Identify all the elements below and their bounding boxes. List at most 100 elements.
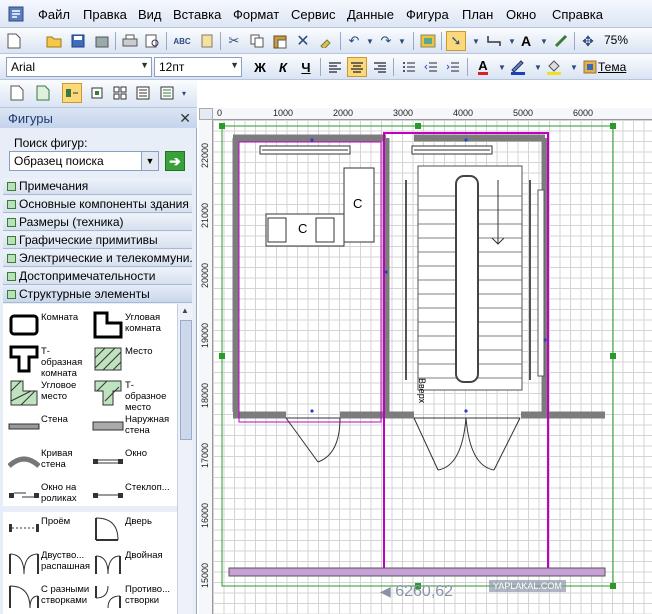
close-icon[interactable]: ✕ xyxy=(179,110,191,127)
menu-edit[interactable]: Правка xyxy=(83,7,127,22)
stencil-notes[interactable]: Примечания xyxy=(3,178,192,195)
bullets-icon[interactable] xyxy=(399,57,419,77)
scrollbar-thumb[interactable] xyxy=(180,320,192,440)
drawing-canvas[interactable]: C C Вверх YAPLAKAL.COM xyxy=(213,120,652,614)
list-view-icon[interactable] xyxy=(157,83,177,103)
connector-tool-icon[interactable] xyxy=(484,31,504,51)
italic-button[interactable]: К xyxy=(273,57,293,77)
menu-format[interactable]: Формат xyxy=(233,7,279,22)
ruler-corner[interactable] xyxy=(199,108,213,120)
spelling-icon[interactable]: ABC xyxy=(172,31,192,51)
shapes-scrollbar[interactable]: ▲ xyxy=(177,304,193,614)
copy-icon[interactable] xyxy=(247,31,267,51)
font-combo[interactable]: Arial ▼ xyxy=(6,57,152,77)
shape-glass[interactable]: Стеклоп... xyxy=(89,478,175,512)
shape-door[interactable]: Дверь xyxy=(89,512,175,546)
shape-t-room[interactable]: Т-образная комната xyxy=(5,342,91,379)
drawing-tools-icon[interactable] xyxy=(551,31,571,51)
chevron-down-icon[interactable]: ▼ xyxy=(230,60,239,70)
chevron-down-icon[interactable]: ▼ xyxy=(140,60,149,70)
shape-exterior-wall[interactable]: Наружная стена xyxy=(89,410,175,444)
cut-icon[interactable]: ✂ xyxy=(224,31,244,51)
format-painter-icon[interactable] xyxy=(316,31,336,51)
shape-double-hung[interactable]: Двуство... распашная xyxy=(5,546,91,580)
print-preview-icon[interactable] xyxy=(143,31,163,51)
bold-button[interactable]: Ж xyxy=(250,57,270,77)
shape-opposing-door[interactable]: Противо... створки xyxy=(89,580,175,614)
open-icon[interactable] xyxy=(44,31,64,51)
font-size-combo[interactable]: 12пт ▼ xyxy=(154,57,242,77)
shape-wall[interactable]: Стена xyxy=(5,410,91,444)
details-icon[interactable] xyxy=(133,83,153,103)
underline-button[interactable]: Ч xyxy=(296,57,316,77)
menu-shape[interactable]: Фигура xyxy=(406,7,449,22)
coordinates-readout: ◀ 6260,62 xyxy=(380,583,453,601)
research-icon[interactable] xyxy=(197,31,217,51)
pan-zoom-icon[interactable]: ✥ xyxy=(578,31,598,51)
search-input[interactable]: Образец поиска xyxy=(9,151,159,171)
menu-help[interactable]: Справка xyxy=(552,7,603,22)
menu-tools[interactable]: Сервис xyxy=(291,7,336,22)
menu-window[interactable]: Окно xyxy=(506,7,536,22)
shape-t-space[interactable]: Т-образное место xyxy=(89,376,175,413)
pointer-tool-icon[interactable]: ➘ xyxy=(446,31,466,51)
permission-icon[interactable] xyxy=(92,31,112,51)
print-icon[interactable] xyxy=(120,31,140,51)
icons-only-icon[interactable] xyxy=(87,83,107,103)
fill-color-icon[interactable] xyxy=(544,57,564,77)
zoom-combo[interactable]: 75% xyxy=(600,31,652,51)
stencil-electrical[interactable]: Электрические и телекоммуни... xyxy=(3,250,192,267)
stair-rail-side xyxy=(537,189,545,377)
horizontal-ruler[interactable]: 0 1000 2000 3000 4000 5000 6000 xyxy=(213,108,652,120)
stencil-drawing-tools[interactable]: Графические примитивы xyxy=(3,232,192,249)
shape-corner-room[interactable]: Угловая комната xyxy=(89,308,175,342)
shape-sliding-window[interactable]: Окно на роликах xyxy=(5,478,91,512)
menu-file[interactable]: Файл xyxy=(38,7,70,22)
toolbar-options-icon[interactable]: ▾ xyxy=(178,83,190,103)
curved-wall-icon xyxy=(8,456,40,468)
align-center-icon[interactable] xyxy=(347,57,367,77)
shape-room[interactable]: Комната xyxy=(5,308,91,342)
search-go-button[interactable]: ➔ xyxy=(165,151,185,171)
theme-icon[interactable] xyxy=(580,57,600,77)
new-icon[interactable] xyxy=(4,31,24,51)
line-color-icon[interactable] xyxy=(508,57,528,77)
chevron-down-icon[interactable]: ▼ xyxy=(141,152,158,170)
shape-opening[interactable]: Проём xyxy=(5,512,91,546)
icons-and-names-icon[interactable] xyxy=(62,83,82,103)
text-tool-icon[interactable]: A xyxy=(516,31,536,51)
theme-button[interactable]: Тема xyxy=(598,60,626,74)
stencil-structural[interactable]: Структурные элементы xyxy=(3,286,192,303)
menu-data[interactable]: Данные xyxy=(347,7,394,22)
document-stencil-icon[interactable] xyxy=(33,83,53,103)
align-right-icon[interactable] xyxy=(370,57,390,77)
align-left-icon[interactable] xyxy=(325,57,345,77)
shape-double[interactable]: Двойная xyxy=(89,546,175,580)
menu-view[interactable]: Вид xyxy=(138,7,162,22)
names-only-icon[interactable] xyxy=(110,83,130,103)
vertical-ruler[interactable]: 22000 21000 20000 19000 18000 17000 1600… xyxy=(199,120,213,614)
shape-curved-wall[interactable]: Кривая стена xyxy=(5,444,91,478)
increase-indent-icon[interactable] xyxy=(443,57,463,77)
stencil-label: Электрические и телекоммуни... xyxy=(19,251,192,265)
pointer-dropdown-icon[interactable]: ▼ xyxy=(466,31,486,51)
new-stencil-icon[interactable] xyxy=(7,83,27,103)
scroll-up-icon[interactable]: ▲ xyxy=(181,306,189,315)
shape-uneven-door[interactable]: С разными створками xyxy=(5,580,91,614)
delete-icon[interactable]: ✕ xyxy=(293,31,313,51)
shape-label: Дверь xyxy=(125,516,152,527)
shapes-icon[interactable] xyxy=(418,31,438,51)
font-color-icon[interactable]: A xyxy=(473,57,493,77)
shape-window[interactable]: Окно xyxy=(89,444,175,478)
shape-corner-space[interactable]: Угловое место xyxy=(5,376,91,410)
redo-dropdown-icon[interactable]: ▼ xyxy=(392,31,412,51)
stencil-building-core[interactable]: Основные компоненты здания xyxy=(3,196,192,213)
menu-insert[interactable]: Вставка xyxy=(173,7,221,22)
paste-icon[interactable] xyxy=(270,31,290,51)
shape-space[interactable]: Место xyxy=(89,342,175,376)
stencil-landmarks[interactable]: Достопримечательности xyxy=(3,268,192,285)
menu-plan[interactable]: План xyxy=(462,7,493,22)
stencil-dimensions[interactable]: Размеры (техника) xyxy=(3,214,192,231)
save-icon[interactable] xyxy=(68,31,88,51)
decrease-indent-icon[interactable] xyxy=(421,57,441,77)
